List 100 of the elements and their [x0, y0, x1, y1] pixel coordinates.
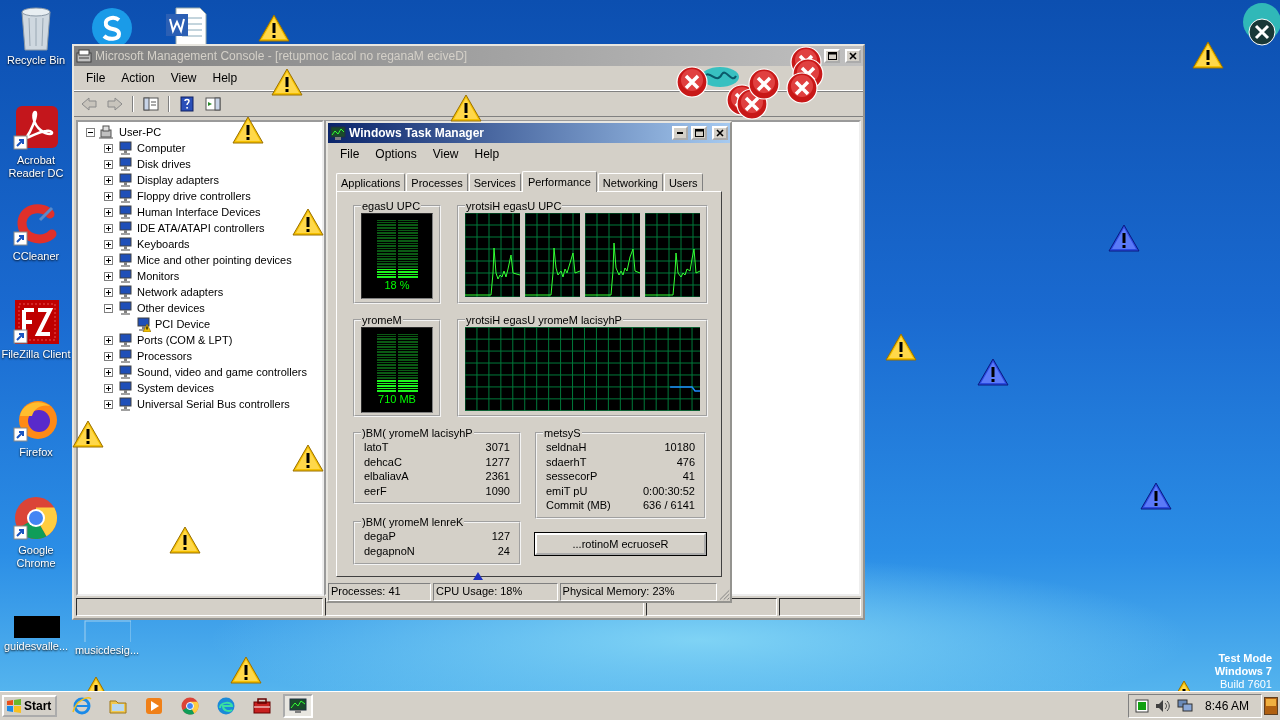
- thumbnail-icon[interactable]: [12, 614, 60, 638]
- expand-toggle[interactable]: [104, 367, 113, 377]
- console-tree-icon[interactable]: [142, 96, 160, 112]
- device-icon: [116, 172, 133, 188]
- expand-toggle[interactable]: [104, 239, 113, 249]
- flag-icon: [6, 698, 22, 714]
- maximize-button[interactable]: [824, 49, 840, 63]
- expand-toggle[interactable]: [104, 271, 113, 281]
- meter-reading: 18 %: [384, 279, 410, 291]
- tree-item[interactable]: Floppy drive controllers: [136, 190, 252, 202]
- tree-item[interactable]: Keyboards: [136, 238, 191, 250]
- status-icon[interactable]: [1134, 699, 1149, 713]
- expand-toggle[interactable]: [104, 223, 113, 233]
- tree-item[interactable]: Processors: [136, 350, 194, 362]
- tab[interactable]: Processes: [406, 173, 468, 191]
- group-label: yrotsiH egasU yromeM lacisyhP: [465, 314, 623, 326]
- expand-toggle[interactable]: [104, 335, 113, 345]
- tree-item[interactable]: System devices: [136, 382, 216, 394]
- stat-value: 1277: [485, 454, 510, 470]
- tab[interactable]: Users: [663, 173, 703, 191]
- menu-item[interactable]: Help: [466, 145, 508, 163]
- menu-item[interactable]: Help: [204, 69, 246, 87]
- stat-value: 476: [676, 454, 695, 470]
- tree-item[interactable]: Disk drives: [136, 158, 192, 170]
- stat-label: emiT pU: [546, 483, 588, 499]
- toolbox-icon: [252, 696, 273, 716]
- tree-item[interactable]: Network adapters: [136, 286, 225, 298]
- device-icon: [116, 396, 133, 412]
- desktop-icon-label[interactable]: CCleaner: [12, 250, 60, 263]
- start-button[interactable]: Start: [2, 695, 58, 717]
- expand-toggle[interactable]: [104, 303, 113, 313]
- group-label: yromeM: [361, 314, 403, 326]
- tree-item[interactable]: Universal Serial Bus controllers: [136, 398, 291, 410]
- expand-toggle[interactable]: [104, 399, 113, 409]
- thumbnail-icon[interactable]: [83, 620, 131, 642]
- expand-toggle[interactable]: [86, 127, 95, 137]
- warning-icon: [1140, 482, 1172, 510]
- group-label: )BM( yromeM lenreK: [361, 516, 465, 529]
- minimize-icon: [677, 132, 683, 134]
- device-icon: [116, 156, 133, 172]
- tab[interactable]: Networking: [597, 173, 663, 191]
- menu-item[interactable]: View: [162, 69, 205, 87]
- meter-reading: 710 MB: [378, 393, 416, 405]
- warning-icon: [230, 656, 262, 684]
- expand-toggle[interactable]: [104, 351, 113, 361]
- desktop-icon-label[interactable]: Acrobat Reader DC: [0, 154, 72, 180]
- volume-icon[interactable]: [1154, 699, 1171, 713]
- tab[interactable]: Services: [468, 173, 521, 191]
- expand-toggle[interactable]: [104, 143, 113, 153]
- tree-item[interactable]: PCI Device: [154, 318, 212, 330]
- network-icon[interactable]: [1176, 699, 1193, 713]
- minimize-button[interactable]: [672, 126, 688, 140]
- stat-value: 2361: [485, 469, 510, 484]
- device-icon: [116, 268, 133, 284]
- warning-icon: [292, 444, 324, 472]
- edge-icon: [216, 696, 237, 716]
- tree-item[interactable]: Computer: [136, 142, 187, 154]
- close-button[interactable]: [845, 49, 861, 63]
- filezilla-icon[interactable]: [12, 298, 60, 346]
- desktop-icon-label[interactable]: Firefox: [19, 446, 53, 459]
- tab[interactable]: Performance: [521, 171, 597, 192]
- show-desktop-button[interactable]: [1264, 697, 1278, 715]
- desktop-icon-label[interactable]: FileZilla Client: [1, 348, 71, 361]
- chrome-icon[interactable]: [12, 494, 60, 542]
- menu-item[interactable]: View: [424, 145, 467, 163]
- tree-item[interactable]: IDE ATA/ATAPI controllers: [136, 222, 266, 234]
- tree-item[interactable]: Ports (COM & LPT): [136, 334, 234, 346]
- tree-item[interactable]: User-PC: [118, 126, 163, 138]
- maximize-button[interactable]: [691, 126, 707, 140]
- expand-toggle[interactable]: [104, 383, 113, 393]
- resize-grip-icon[interactable]: [718, 589, 730, 601]
- tree-item[interactable]: Monitors: [136, 270, 181, 282]
- expand-toggle[interactable]: [104, 159, 113, 169]
- tab[interactable]: Applications: [336, 173, 406, 191]
- warning-icon: [271, 68, 303, 96]
- device-icon: [116, 300, 133, 316]
- taskbar-button[interactable]: [283, 694, 314, 718]
- tree-item[interactable]: Sound, video and game controllers: [136, 366, 308, 378]
- menu-item[interactable]: File: [332, 145, 368, 163]
- expand-toggle[interactable]: [104, 207, 113, 217]
- menu-item[interactable]: Action: [113, 69, 163, 87]
- action-pane-icon[interactable]: [204, 96, 222, 112]
- tree-item[interactable]: Human Interface Devices: [136, 206, 262, 218]
- expand-toggle[interactable]: [104, 287, 113, 297]
- help-icon[interactable]: [178, 96, 196, 112]
- tree-item[interactable]: Mice and other pointing devices: [136, 254, 293, 266]
- warning-icon: [292, 208, 324, 236]
- desktop-icon-label[interactable]: Recycle Bin: [6, 54, 66, 67]
- close-button[interactable]: [712, 126, 728, 140]
- expand-toggle[interactable]: [104, 175, 113, 185]
- expand-toggle[interactable]: [104, 255, 113, 265]
- expand-toggle[interactable]: [104, 191, 113, 201]
- pdf-reader-icon[interactable]: [12, 104, 60, 152]
- stat-value: 127: [491, 529, 510, 544]
- resource-monitor-button[interactable]: ...rotinoM ecruoseR: [535, 532, 706, 555]
- tree-item[interactable]: Other devices: [136, 302, 206, 314]
- tree-item[interactable]: Display adapters: [136, 174, 220, 186]
- menu-item[interactable]: Options: [367, 145, 425, 163]
- menu-item[interactable]: File: [78, 69, 114, 87]
- stat-label: Commit (MB): [546, 498, 611, 513]
